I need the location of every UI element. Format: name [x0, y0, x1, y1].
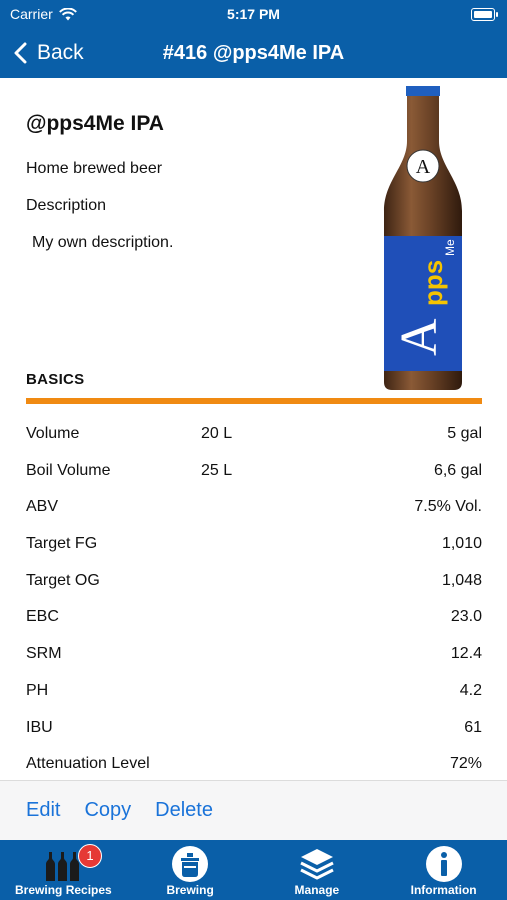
- recipe-name: @pps4Me IPA: [26, 112, 164, 135]
- row-label: Boil Volume: [26, 461, 111, 479]
- tab-brewing[interactable]: Brewing: [127, 840, 254, 900]
- tab-label: Manage: [294, 883, 340, 897]
- row-label: Volume: [26, 425, 80, 442]
- table-row: IBU 61: [26, 710, 482, 747]
- svg-text:A: A: [391, 318, 448, 356]
- row-metric-value: 20 L: [201, 425, 233, 442]
- row-label: SRM: [26, 645, 62, 663]
- status-bar: Carrier 5:17 PM: [0, 0, 507, 28]
- tab-bar: 1 Brewing Recipes Brewing Manage Informa…: [0, 840, 507, 900]
- description-label: Description: [26, 197, 107, 214]
- row-metric-value: 25 L: [201, 461, 233, 479]
- row-label: EBC: [26, 608, 59, 626]
- row-label: Attenuation Level: [26, 755, 150, 773]
- navigation-bar: Back #416 @pps4Me IPA: [0, 28, 507, 78]
- table-row: Target FG 1,010: [26, 526, 482, 563]
- row-value: 12.4: [450, 645, 482, 663]
- row-value: 7.5% Vol.: [414, 498, 482, 516]
- table-row: PH 4.2: [26, 673, 482, 710]
- tab-brewing-recipes[interactable]: 1 Brewing Recipes: [0, 840, 127, 900]
- action-bar: Edit Copy Delete: [0, 780, 507, 840]
- table-row: Volume 20 L 5 gal: [26, 416, 482, 453]
- tab-label: Information: [410, 883, 477, 897]
- table-row: ABV 7.5% Vol.: [26, 489, 482, 526]
- row-label: IBU: [26, 718, 53, 736]
- svg-text:Me: Me: [443, 239, 457, 256]
- edit-button[interactable]: Edit: [26, 799, 60, 822]
- row-label: PH: [26, 681, 49, 699]
- copy-button[interactable]: Copy: [84, 799, 131, 822]
- svg-text:pps: pps: [418, 260, 448, 306]
- row-value: 72%: [449, 755, 482, 773]
- row-value: 23.0: [450, 608, 482, 626]
- layers-icon: [300, 849, 334, 880]
- basics-section-title: BASICS: [26, 371, 85, 388]
- basics-table: Volume 20 L 5 gal Boil Volume 25 L 6,6 g…: [26, 416, 482, 783]
- row-value: 61: [464, 718, 482, 736]
- table-row: EBC 23.0: [26, 599, 482, 636]
- tab-manage[interactable]: Manage: [254, 840, 381, 900]
- svg-text:A: A: [416, 156, 431, 178]
- row-value: 5 gal: [447, 425, 482, 442]
- tab-label: Brewing Recipes: [15, 883, 112, 897]
- notification-badge: 1: [78, 844, 102, 868]
- page-title: #416 @pps4Me IPA: [162, 42, 345, 64]
- status-time: 5:17 PM: [227, 6, 280, 22]
- row-value: 1,010: [441, 535, 482, 553]
- info-icon: [425, 846, 462, 882]
- beer-bottle-image: A A pps Me: [384, 86, 462, 390]
- row-value: 4.2: [459, 681, 482, 699]
- row-label: Target FG: [26, 535, 98, 553]
- bottles-icon: [46, 852, 80, 881]
- brew-kettle-icon: [172, 846, 209, 882]
- recipe-detail: @pps4Me IPA Home brewed beer Description…: [0, 78, 507, 780]
- table-row: Attenuation Level 72%: [26, 746, 482, 783]
- delete-button[interactable]: Delete: [155, 799, 213, 822]
- tab-information[interactable]: Information: [380, 840, 507, 900]
- recipe-type: Home brewed beer: [26, 160, 163, 177]
- row-label: Target OG: [26, 571, 100, 589]
- table-row: Target OG 1,048: [26, 563, 482, 600]
- row-value: 6,6 gal: [433, 461, 482, 479]
- row-value: 1,048: [441, 571, 482, 589]
- table-row: SRM 12.4: [26, 636, 482, 673]
- section-divider: [26, 398, 482, 404]
- description-text: My own description.: [32, 234, 174, 251]
- table-row: Boil Volume 25 L 6,6 gal: [26, 453, 482, 490]
- row-label: ABV: [26, 498, 59, 516]
- tab-label: Brewing: [166, 883, 214, 897]
- battery-icon: [471, 8, 498, 21]
